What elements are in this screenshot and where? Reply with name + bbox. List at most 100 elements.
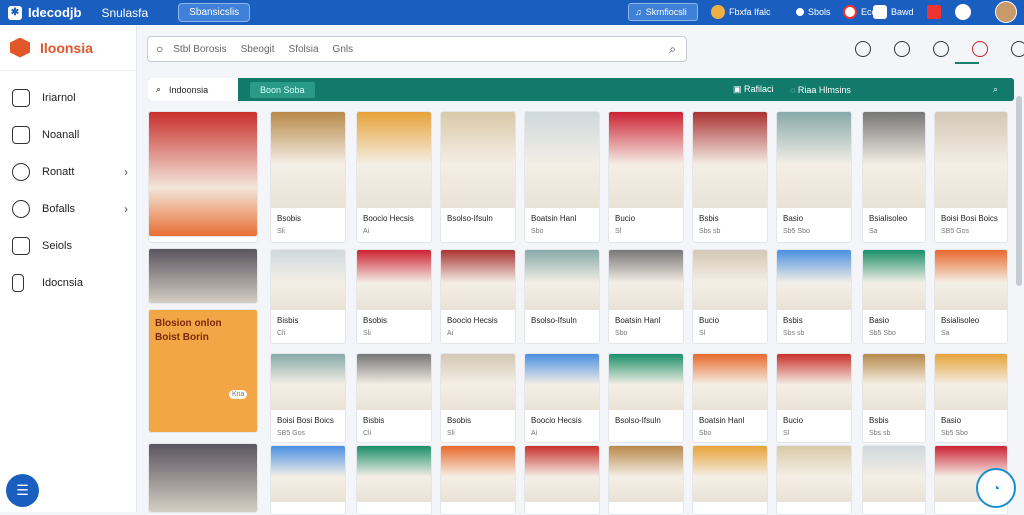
filter-option-2[interactable]: ◌ Riaa Hlmsins [790,85,851,95]
tab-search[interactable]: ⌕ Indoonsia [148,78,238,101]
top-item-1[interactable]: Fbxfa Ifalc [711,3,771,21]
scrollbar[interactable] [1016,96,1022,286]
top-item-4[interactable]: Bawd [873,3,914,21]
product-card[interactable]: Bsobis Sli [440,353,516,443]
filter-search-icon[interactable]: ⌕ [993,84,998,95]
product-title: Boisi Bosi Boics [277,416,334,425]
top-pill-button[interactable]: Sbansicslis [178,3,251,22]
top-bar: ✱ Idecodjb Snulasfa Sbansicslis ♫ Skrnfio… [0,0,1024,25]
sidebar-item-5[interactable]: Seiols [0,227,136,264]
avatar[interactable] [995,1,1017,23]
product-card[interactable]: Bsolso-Ifsuln [440,111,516,243]
product-card[interactable]: Boocio Hecsis Ai [356,111,432,243]
product-image [609,446,683,502]
profile-icon [711,5,725,19]
sidebar-item-label: Iriarnol [42,91,76,104]
product-card[interactable]: Bisbis Cli [356,353,432,443]
product-card[interactable]: Boatsin Hanl Sbo [692,353,768,443]
product-card[interactable]: Bsbis Sbs sb [692,111,768,243]
search-bar[interactable]: ○ Stbl Borosis Sbeogit Sfolsia Gnls ⌕ [147,36,687,62]
chat-icon: ◔ [991,480,1001,496]
chevron-right-icon: › [124,201,128,216]
sidebar-item-1[interactable]: Iriarnol [0,79,136,116]
nav-link[interactable]: Snulasfa [101,6,148,20]
product-card[interactable]: Bsolso-Ifsuln [524,249,600,344]
product-title: Bucio [699,316,720,325]
user-icon[interactable] [1011,41,1024,57]
product-card[interactable]: Boisi Bosi Boics SB5 Gos [934,111,1008,243]
help-icon[interactable] [955,4,971,20]
product-card[interactable]: Bisbis Cli [270,249,346,344]
product-card[interactable]: Bsolso-Ifsuln [608,353,684,443]
sidebar-item-2[interactable]: Noanall [0,116,136,153]
tab-secondary[interactable]: Boon Soba [250,81,315,98]
product-card[interactable]: Boatsin Hanl Sbo [524,111,600,243]
product-card[interactable]: Bsbis Sbs sb [776,249,852,344]
filter-option-1[interactable]: ▣ Rafilaci [733,84,774,95]
product-meta: Sl [699,330,706,337]
product-meta: Sli [277,228,285,235]
product-card[interactable] [148,443,258,513]
promo-card[interactable]: Blosion onlon Boist Borin Kna [148,309,258,433]
product-title: Bisbis [277,316,299,325]
product-meta: Ai [447,330,454,337]
product-card[interactable]: Bsialisoleo Sa [934,249,1008,344]
product-title: Bucio [615,214,636,223]
active-tab-underline [955,62,979,64]
product-meta: Sbo [531,228,544,235]
product-card[interactable]: Boatsin Hanl Sbo [608,249,684,344]
bookmark-icon[interactable] [933,41,949,57]
menu-fab-button[interactable]: ☰ [6,474,39,507]
sidebar-item-4[interactable]: Bofalls › [0,190,136,227]
product-meta: Sbs sb [699,228,721,235]
product-card[interactable] [776,445,852,515]
product-image [271,354,345,410]
product-meta: Sbo [615,330,628,337]
product-card[interactable]: Boisi Bosi Boics SB5 Gos [270,353,346,443]
product-card[interactable] [608,445,684,515]
calendar-icon[interactable] [927,5,941,19]
product-card[interactable] [270,445,346,515]
product-card[interactable]: Boocio Hecsis Ai [524,353,600,443]
product-meta: Sbs sb [783,330,805,337]
product-card[interactable] [862,445,926,515]
heart-icon[interactable] [972,41,988,57]
product-card[interactable] [524,445,600,515]
product-card[interactable]: Bucio Sl [692,249,768,344]
product-card[interactable] [692,445,768,515]
product-card[interactable]: Bucio Sl [608,111,684,243]
product-card[interactable] [148,111,258,237]
product-title: Bsialisoleo [941,316,980,325]
brand[interactable]: ✱ Idecodjb [8,5,81,20]
product-card[interactable] [440,445,516,515]
product-image [441,446,515,502]
sidebar-item-6[interactable]: Idocnsia [0,264,136,301]
product-title: Bsolso-Ifsuln [615,416,661,425]
product-image [777,112,851,208]
product-title: Boocio Hecsis [363,214,414,223]
sidebar-item-3[interactable]: Ronatt › [0,153,136,190]
chat-button[interactable]: ◔ [976,468,1016,508]
product-meta: Sli [447,430,455,437]
product-card[interactable]: Basio Sb5 Sbo [776,111,852,243]
product-image [863,250,925,310]
bell-icon [796,8,804,16]
product-card[interactable]: Boocio Hecsis Ai [440,249,516,344]
product-card[interactable]: Bucio Sl [776,353,852,443]
product-card[interactable]: Bsobis Sli [270,111,346,243]
product-card[interactable]: Basio Sb5 Sbo [862,249,926,344]
music-button[interactable]: ♫ Skrnfiocsli [628,3,698,21]
product-card[interactable] [148,248,258,304]
product-title: Boocio Hecsis [447,316,498,325]
product-card[interactable]: Basio Sb5 Sbo [934,353,1008,443]
product-card[interactable] [356,445,432,515]
search-submit-icon[interactable]: ⌕ [669,42,676,57]
top-item-2[interactable]: Sbols [796,3,831,21]
product-image [525,446,599,502]
shop-header[interactable]: Iloonsia [0,25,136,71]
product-card[interactable]: Bsialisoleo Sa [862,111,926,243]
product-card[interactable]: Bsobis Sli [356,249,432,344]
product-card[interactable]: Bsbis Sbs sb [862,353,926,443]
chat-bubble-icon[interactable] [855,41,871,57]
star-icon[interactable] [894,41,910,57]
